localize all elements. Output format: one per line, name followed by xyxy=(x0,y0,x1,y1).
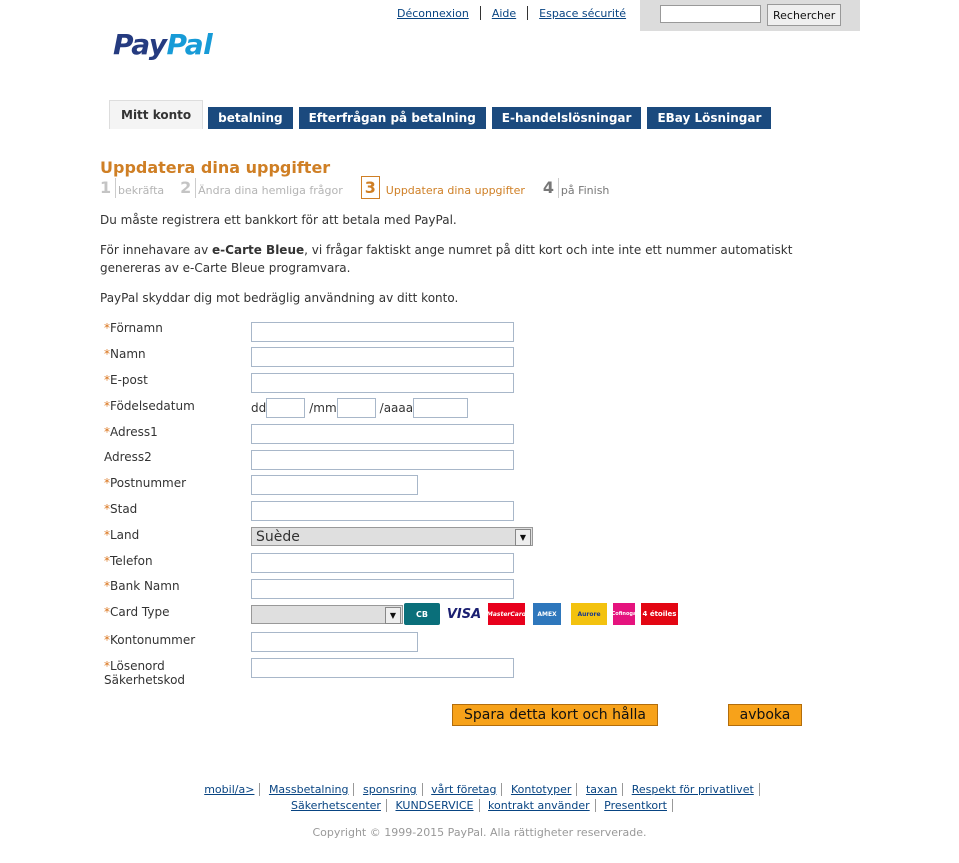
progress-steps: 1 bekräfta 2 Ändra dina hemliga frågor 3… xyxy=(100,176,617,199)
card-logos: CB VISA MasterCard AMEX Aurore Cofinoga … xyxy=(404,603,684,625)
email-input[interactable] xyxy=(251,373,514,393)
bank-name-input[interactable] xyxy=(251,579,514,599)
footer-link-kundservice[interactable]: KUNDSERVICE xyxy=(390,799,480,812)
step-4: 4 på Finish xyxy=(542,177,610,198)
step-1: 1 bekräfta xyxy=(100,177,165,198)
footer-link-mobil[interactable]: mobil/a> xyxy=(199,783,261,796)
birth-day-input[interactable] xyxy=(266,398,306,418)
step-3: 3 Uppdatera dina uppgifter xyxy=(360,176,525,199)
card-type-select[interactable]: ▼ xyxy=(251,605,403,624)
help-link[interactable]: Aide xyxy=(485,7,523,20)
security-link[interactable]: Espace sécurité xyxy=(532,7,633,20)
security-code-input[interactable] xyxy=(251,658,514,678)
search-area: Rechercher xyxy=(640,0,860,31)
tab-betalning[interactable]: betalning xyxy=(208,107,293,129)
footer-link-privatlivet[interactable]: Respekt för privatlivet xyxy=(626,783,760,796)
amex-card-icon: AMEX xyxy=(533,603,561,625)
save-card-button[interactable]: Spara detta kort och hålla xyxy=(452,704,658,726)
birth-month-input[interactable] xyxy=(336,398,376,418)
message-protection: PayPal skyddar dig mot bedräglig användn… xyxy=(100,291,459,305)
aurore-card-icon: Aurore xyxy=(571,603,607,625)
account-number-input[interactable] xyxy=(251,632,418,652)
first-name-input[interactable] xyxy=(251,322,514,342)
country-select[interactable]: Suède ▼ xyxy=(251,527,533,546)
birth-year-input[interactable] xyxy=(413,398,469,418)
visa-card-icon: VISA xyxy=(446,603,482,625)
tab-mitt-konto[interactable]: Mitt konto xyxy=(109,100,204,129)
footer-links-row2: Säkerhetscenter KUNDSERVICE kontrakt anv… xyxy=(0,799,959,812)
footer-link-taxan[interactable]: taxan xyxy=(580,783,624,796)
4-etoiles-card-icon: 4 étoiles xyxy=(641,603,678,625)
logout-link[interactable]: Déconnexion xyxy=(390,7,476,20)
divider xyxy=(479,6,481,20)
footer-link-massbetalning[interactable]: Massbetalning xyxy=(263,783,355,796)
city-input[interactable] xyxy=(251,501,514,521)
footer-links-row1: mobil/a> Massbetalning sponsring vårt fö… xyxy=(0,783,959,796)
chevron-down-icon: ▼ xyxy=(385,607,401,624)
tab-ebay[interactable]: EBay Lösningar xyxy=(647,107,772,129)
chevron-down-icon: ▼ xyxy=(515,529,531,546)
cb-card-icon: CB xyxy=(404,603,440,625)
search-input[interactable] xyxy=(660,5,761,23)
address1-input[interactable] xyxy=(251,424,514,444)
footer-link-presentkort[interactable]: Presentkort xyxy=(599,799,673,812)
postcode-input[interactable] xyxy=(251,475,418,495)
copyright: Copyright © 1999-2015 PayPal. Alla rätti… xyxy=(312,826,647,839)
cofinoga-card-icon: Cofinoga xyxy=(612,603,636,625)
page-title: Uppdatera dina uppgifter xyxy=(100,158,331,177)
footer-link-kontrakt[interactable]: kontrakt använder xyxy=(483,799,596,812)
last-name-input[interactable] xyxy=(251,347,514,367)
birthdate-fields: dd /mm /aaaa xyxy=(251,398,472,418)
phone-input[interactable] xyxy=(251,553,514,573)
message-ecarte-bleue: För innehavare av e-Carte Bleue, vi fråg… xyxy=(100,243,793,275)
footer-link-foretag[interactable]: vårt företag xyxy=(426,783,503,796)
search-button[interactable]: Rechercher xyxy=(767,4,842,26)
mastercard-icon: MasterCard xyxy=(487,603,526,625)
footer-link-sakerhetscenter[interactable]: Säkerhetscenter xyxy=(285,799,387,812)
main-tabs: Mitt konto betalning Efterfrågan på beta… xyxy=(109,100,777,129)
cancel-button[interactable]: avboka xyxy=(728,704,802,726)
footer-link-sponsring[interactable]: sponsring xyxy=(357,783,423,796)
footer-link-kontotyper[interactable]: Kontotyper xyxy=(505,783,578,796)
top-links: Déconnexion Aide Espace sécurité xyxy=(390,5,633,21)
tab-e-handel[interactable]: E-handelslösningar xyxy=(491,107,642,129)
message-bank-card: Du måste registrera ett bankkort för att… xyxy=(100,213,457,227)
paypal-logo[interactable]: PayPal xyxy=(113,28,213,61)
address2-input[interactable] xyxy=(251,450,514,470)
step-2: 2 Ändra dina hemliga frågor xyxy=(180,177,343,198)
tab-efterfragan[interactable]: Efterfrågan på betalning xyxy=(298,107,486,129)
divider xyxy=(527,6,529,20)
